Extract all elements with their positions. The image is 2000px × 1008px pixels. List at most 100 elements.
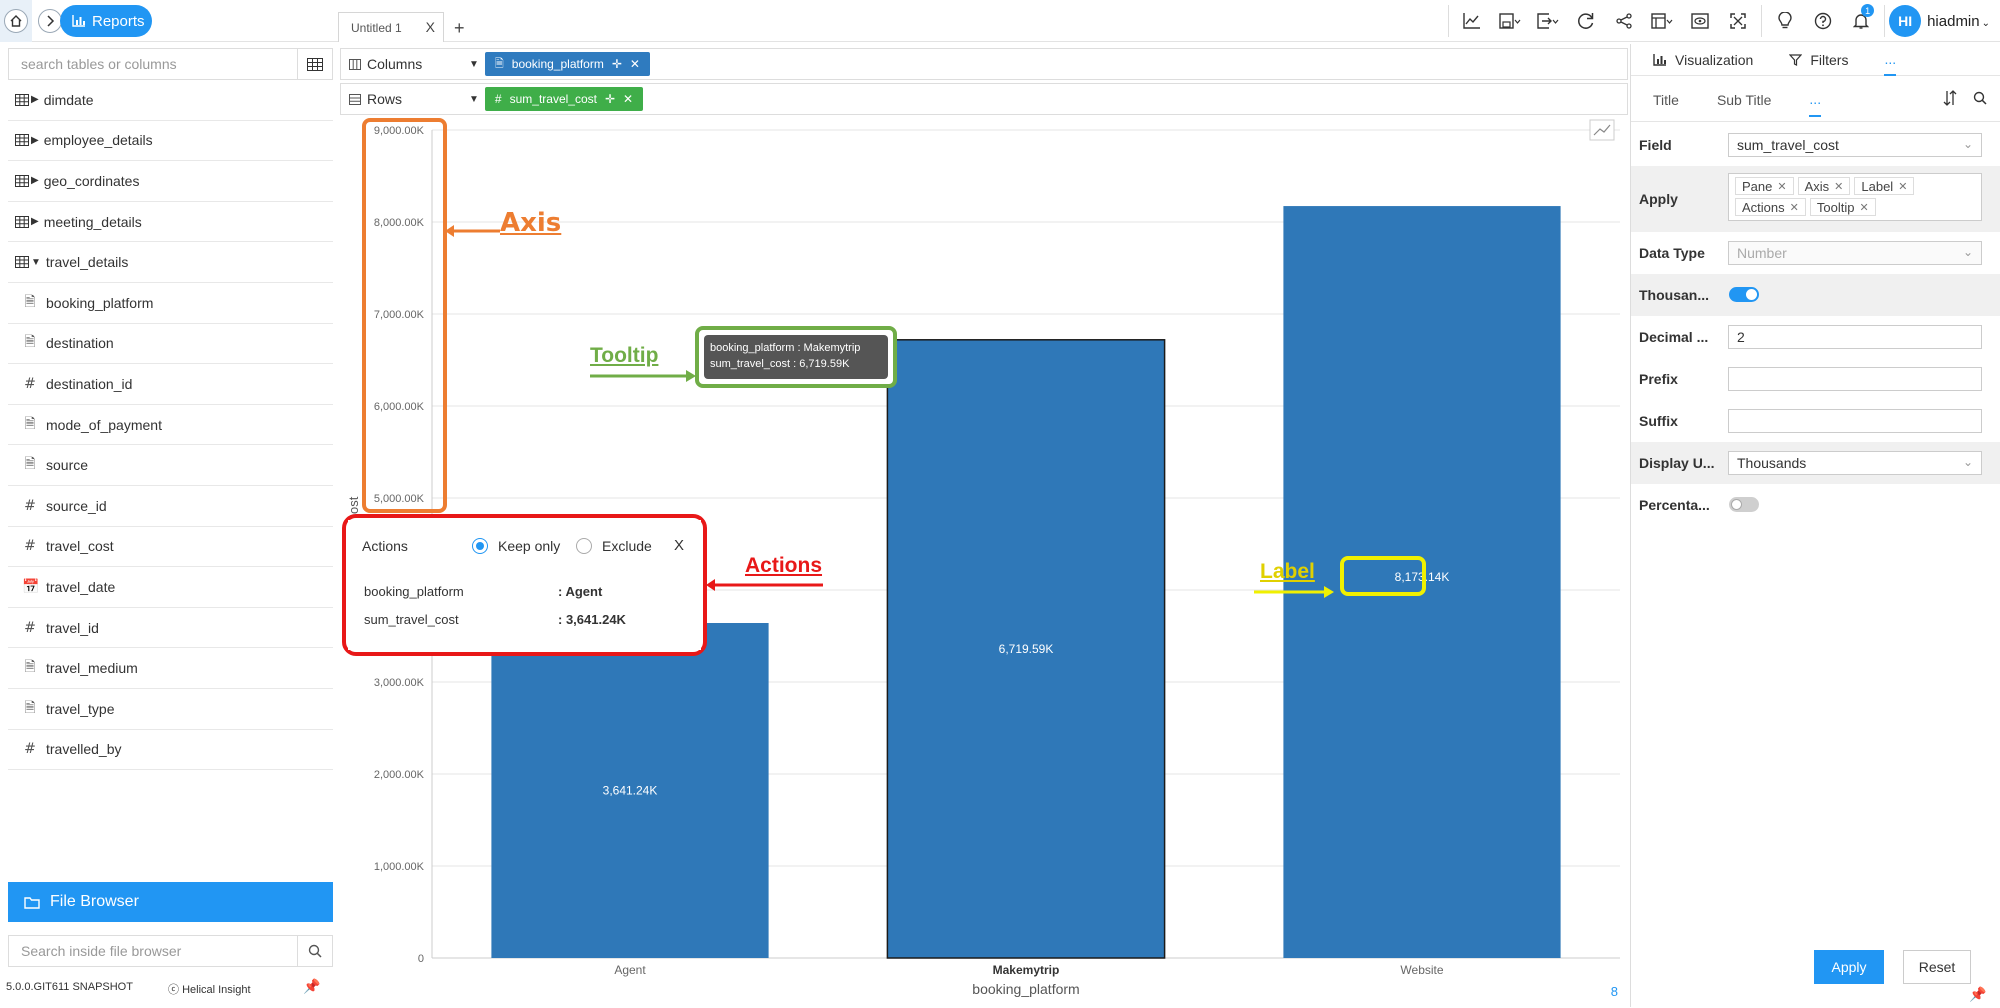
properties-panel: Visualization Filters ... Title Sub Titl… bbox=[1630, 44, 2000, 1007]
fullscreen-icon[interactable] bbox=[1719, 0, 1757, 42]
remove-icon[interactable]: ✕ bbox=[1834, 180, 1843, 193]
export-icon[interactable] bbox=[1529, 0, 1567, 42]
thousand-toggle[interactable] bbox=[1729, 287, 1759, 302]
tab-title: Untitled 1 bbox=[351, 20, 402, 35]
subtab-title[interactable]: Title bbox=[1653, 92, 1679, 108]
columns-shelf-label: Columns bbox=[341, 56, 469, 72]
suffix-input[interactable] bbox=[1728, 409, 1982, 433]
apply-chip[interactable]: Axis ✕ bbox=[1797, 177, 1851, 195]
lightbulb-icon[interactable] bbox=[1766, 0, 1804, 42]
x-axis-title: booking_platform bbox=[972, 981, 1079, 997]
tab-more[interactable]: ... bbox=[1884, 44, 1897, 76]
page-indicator[interactable]: 8 bbox=[1611, 984, 1618, 999]
remove-icon[interactable]: ✕ bbox=[1898, 180, 1907, 193]
percentage-toggle[interactable] bbox=[1729, 497, 1759, 512]
exclude-label[interactable]: Exclude bbox=[602, 538, 652, 554]
notification-bell-icon[interactable]: 1 bbox=[1842, 0, 1880, 42]
field-item[interactable]: # travel_id bbox=[8, 608, 333, 649]
prefix-input[interactable] bbox=[1728, 367, 1982, 391]
pin-icon[interactable]: 📌 bbox=[1969, 986, 1986, 1003]
table-item[interactable]: ▶ employee_details bbox=[8, 121, 333, 162]
remove-icon[interactable]: ✕ bbox=[630, 57, 640, 71]
caret-down-icon[interactable]: ▼ bbox=[469, 94, 479, 105]
rows-pill[interactable]: # sum_travel_cost ✛ ✕ bbox=[484, 87, 644, 111]
field-item[interactable]: # source_id bbox=[8, 486, 333, 527]
remove-icon[interactable]: ✕ bbox=[623, 92, 633, 106]
field-item[interactable]: 🗎 source bbox=[8, 445, 333, 486]
keep-only-radio[interactable] bbox=[472, 538, 488, 554]
caret-right-icon[interactable]: ▶ bbox=[31, 216, 39, 227]
remove-icon[interactable]: ✕ bbox=[1777, 180, 1786, 193]
reset-button[interactable]: Reset bbox=[1903, 950, 1971, 984]
subtab-more[interactable]: ... bbox=[1809, 91, 1822, 117]
tooltip-callout-text: Tooltip bbox=[590, 344, 659, 367]
search-icon[interactable] bbox=[298, 935, 333, 967]
grid-icon[interactable] bbox=[298, 48, 333, 80]
avatar[interactable]: HI bbox=[1889, 5, 1922, 37]
caret-down-icon[interactable]: ▼ bbox=[469, 59, 479, 70]
close-icon[interactable]: X bbox=[674, 537, 684, 554]
apply-button[interactable]: Apply bbox=[1814, 950, 1884, 984]
field-item[interactable]: 📅 travel_date bbox=[8, 567, 333, 608]
chip-label: Actions bbox=[1742, 199, 1785, 215]
tab-filters[interactable]: Filters bbox=[1789, 44, 1848, 76]
drag-icon[interactable]: ✛ bbox=[612, 57, 622, 71]
line-chart-icon[interactable] bbox=[1453, 0, 1491, 42]
user-menu[interactable]: hiadmin ⌄ bbox=[1927, 13, 1990, 30]
chevron-right-icon[interactable] bbox=[38, 9, 62, 33]
home-crumb[interactable] bbox=[0, 0, 32, 42]
field-item[interactable]: # travel_cost bbox=[8, 527, 333, 568]
add-tab-button[interactable]: + bbox=[454, 18, 465, 39]
caret-right-icon[interactable]: ▶ bbox=[31, 175, 39, 186]
file-browser-button[interactable]: File Browser bbox=[8, 882, 333, 922]
caret-down-icon[interactable]: ▼ bbox=[31, 257, 41, 268]
exclude-radio[interactable] bbox=[576, 538, 592, 554]
close-icon[interactable]: X bbox=[426, 19, 435, 35]
table-item[interactable]: ▶ dimdate bbox=[8, 80, 333, 121]
remove-icon[interactable]: ✕ bbox=[1790, 201, 1799, 214]
sort-icon[interactable] bbox=[1943, 90, 1957, 109]
tab-untitled[interactable]: Untitled 1 X bbox=[338, 12, 444, 42]
field-item[interactable]: 🗎 mode_of_payment bbox=[8, 405, 333, 446]
tab-visualization[interactable]: Visualization bbox=[1653, 44, 1753, 76]
table-item[interactable]: ▼ travel_details bbox=[8, 242, 333, 283]
share-icon[interactable] bbox=[1605, 0, 1643, 42]
apply-chip[interactable]: Actions ✕ bbox=[1735, 198, 1806, 216]
decimal-row: Decimal ... 2 bbox=[1631, 316, 2000, 358]
field-select[interactable]: sum_travel_cost ⌄ bbox=[1728, 133, 1982, 157]
apply-chip[interactable]: Pane ✕ bbox=[1735, 177, 1794, 195]
table-item[interactable]: ▶ meeting_details bbox=[8, 202, 333, 243]
field-item[interactable]: 🗎 booking_platform bbox=[8, 283, 333, 324]
search-tables-input[interactable]: search tables or columns bbox=[8, 48, 298, 80]
columns-pill[interactable]: 🗎 booking_platform ✛ ✕ bbox=[484, 52, 650, 76]
field-item[interactable]: # travelled_by bbox=[8, 730, 333, 771]
field-item[interactable]: 🗎 destination bbox=[8, 324, 333, 365]
file-browser-search-input[interactable]: Search inside file browser bbox=[8, 935, 298, 967]
field-item[interactable]: # destination_id bbox=[8, 364, 333, 405]
reports-label: Reports bbox=[92, 12, 145, 30]
save-icon[interactable] bbox=[1491, 0, 1529, 42]
chevron-down-icon: ⌄ bbox=[1981, 17, 1990, 29]
help-icon[interactable] bbox=[1804, 0, 1842, 42]
preview-icon[interactable] bbox=[1681, 0, 1719, 42]
apply-chips[interactable]: Pane ✕ Axis ✕ Label ✕ Actions ✕ Tooltip ✕ bbox=[1728, 173, 1982, 221]
pin-icon[interactable]: 📌 bbox=[303, 978, 320, 995]
apply-chip[interactable]: Label ✕ bbox=[1854, 177, 1915, 195]
display-units-select[interactable]: Thousands ⌄ bbox=[1728, 451, 1982, 475]
subtab-subtitle[interactable]: Sub Title bbox=[1717, 92, 1771, 108]
reports-breadcrumb[interactable]: Reports bbox=[60, 5, 152, 37]
drag-icon[interactable]: ✛ bbox=[605, 92, 615, 106]
caret-right-icon[interactable]: ▶ bbox=[31, 135, 39, 146]
layout-icon[interactable] bbox=[1643, 0, 1681, 42]
home-icon[interactable] bbox=[4, 9, 28, 33]
table-item[interactable]: ▶ geo_cordinates bbox=[8, 161, 333, 202]
keep-only-label[interactable]: Keep only bbox=[498, 538, 560, 554]
search-icon[interactable] bbox=[1973, 91, 1987, 108]
refresh-icon[interactable] bbox=[1567, 0, 1605, 42]
decimal-input[interactable]: 2 bbox=[1728, 325, 1982, 349]
field-item[interactable]: 🗎 travel_medium bbox=[8, 648, 333, 689]
caret-right-icon[interactable]: ▶ bbox=[31, 94, 39, 105]
remove-icon[interactable]: ✕ bbox=[1859, 201, 1868, 214]
apply-chip[interactable]: Tooltip ✕ bbox=[1809, 198, 1876, 216]
field-item[interactable]: 🗎 travel_type bbox=[8, 689, 333, 730]
